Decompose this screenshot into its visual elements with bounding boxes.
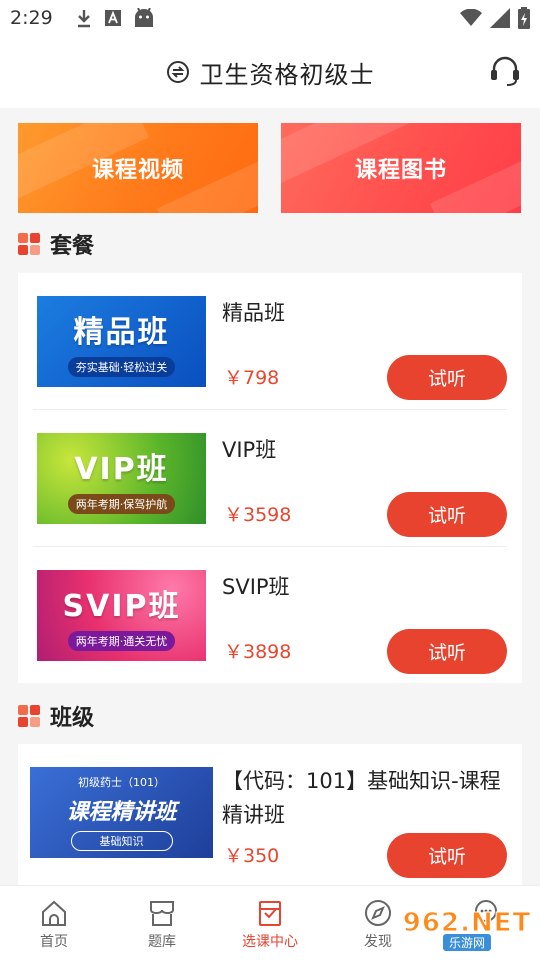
tab-label: 选课中心 bbox=[242, 934, 298, 950]
app-header: 卫生资格初级士 bbox=[0, 36, 540, 108]
course-thumbnail: VIP班 两年考期·保驾护航 bbox=[37, 433, 206, 524]
tab-label: 发现 bbox=[364, 934, 392, 950]
site-watermark: 962.NET 乐游网 bbox=[398, 903, 536, 955]
list-item[interactable]: SVIP班 两年考期·通关无忧 SVIP班 ￥3898 试听 bbox=[18, 547, 522, 683]
course-book-banner[interactable]: 课程图书 bbox=[281, 123, 521, 213]
section-icon bbox=[18, 233, 40, 255]
thumb-tag: 两年考期·通关无忧 bbox=[67, 630, 176, 651]
switch-icon[interactable] bbox=[166, 60, 190, 84]
course-thumbnail: 精品班 夯实基础·轻松过关 bbox=[37, 296, 206, 387]
course-center-icon bbox=[259, 901, 281, 926]
thumb-title: VIP班 bbox=[74, 451, 169, 487]
package-price: ￥798 bbox=[224, 367, 280, 389]
banner-label: 课程图书 bbox=[354, 158, 447, 183]
thumb-title: SVIP班 bbox=[62, 588, 181, 624]
tab-home[interactable]: 首页 bbox=[0, 886, 108, 960]
list-item[interactable]: VIP班 两年考期·保驾护航 VIP班 ￥3598 试听 bbox=[18, 410, 522, 547]
trial-listen-button[interactable]: 试听 bbox=[387, 629, 507, 674]
course-thumbnail: SVIP班 两年考期·通关无忧 bbox=[37, 570, 206, 661]
download-icon bbox=[77, 10, 90, 28]
package-price: ￥3898 bbox=[224, 641, 292, 663]
banner-label: 课程视频 bbox=[91, 158, 184, 183]
section-icon bbox=[18, 705, 40, 727]
thumb-title: 课程精讲班 bbox=[66, 800, 177, 825]
tab-question-bank[interactable]: 题库 bbox=[108, 886, 216, 960]
course-video-banner[interactable]: 课程视频 bbox=[18, 123, 258, 213]
packages-section-header: 套餐 bbox=[18, 228, 94, 260]
tab-course-center[interactable]: 选课中心 bbox=[216, 886, 324, 960]
thumb-tag: 两年考期·保驾护航 bbox=[67, 493, 176, 514]
subject-switcher[interactable]: 卫生资格初级士 bbox=[166, 55, 375, 90]
trial-listen-button[interactable]: 试听 bbox=[387, 355, 507, 400]
class-list: 初级药士（101） 课程精讲班 基础知识 【代码：101】基础知识-课程精讲班 … bbox=[18, 744, 522, 885]
list-item[interactable]: 初级药士（101） 课程精讲班 基础知识 【代码：101】基础知识-课程精讲班 … bbox=[18, 744, 522, 885]
font-a-icon bbox=[104, 10, 121, 26]
list-item[interactable]: 精品班 夯实基础·轻松过关 精品班 ￥798 试听 bbox=[18, 273, 522, 410]
watermark-site-name: 乐游网 bbox=[442, 933, 491, 951]
class-name: 【代码：101】基础知识-课程精讲班 bbox=[222, 769, 501, 827]
status-time: 2:29 bbox=[10, 7, 53, 29]
classes-section-header: 班级 bbox=[18, 700, 94, 732]
tab-label: 首页 bbox=[40, 934, 68, 950]
thumb-title: 精品班 bbox=[73, 314, 170, 350]
page-title: 卫生资格初级士 bbox=[199, 60, 375, 89]
customer-service-icon[interactable] bbox=[488, 54, 522, 88]
package-name: VIP班 bbox=[222, 438, 277, 462]
tab-label: 题库 bbox=[148, 934, 176, 950]
section-title: 套餐 bbox=[50, 234, 95, 259]
compass-icon bbox=[365, 900, 391, 926]
question-bank-icon bbox=[149, 901, 175, 926]
thumb-tag: 夯实基础·轻松过关 bbox=[67, 356, 176, 377]
class-price: ￥350 bbox=[224, 845, 280, 867]
home-icon bbox=[42, 900, 66, 926]
status-bar: 2:29 bbox=[0, 0, 540, 36]
android-icon bbox=[134, 8, 153, 27]
package-list: 精品班 夯实基础·轻松过关 精品班 ￥798 试听 VIP班 两年考期·保驾护航… bbox=[18, 273, 522, 683]
package-price: ￥3598 bbox=[224, 504, 292, 526]
trial-listen-button[interactable]: 试听 bbox=[387, 492, 507, 537]
section-title: 班级 bbox=[50, 706, 95, 731]
wifi-icon bbox=[460, 9, 482, 26]
thumb-tag: 基础知识 bbox=[70, 831, 173, 851]
thumb-top-text: 初级药士（101） bbox=[78, 776, 165, 789]
package-name: SVIP班 bbox=[222, 575, 290, 599]
trial-listen-button[interactable]: 试听 bbox=[387, 833, 507, 878]
battery-icon bbox=[518, 7, 530, 29]
signal-icon bbox=[490, 8, 510, 28]
course-thumbnail: 初级药士（101） 课程精讲班 基础知识 bbox=[30, 767, 213, 858]
package-name: 精品班 bbox=[222, 301, 285, 325]
